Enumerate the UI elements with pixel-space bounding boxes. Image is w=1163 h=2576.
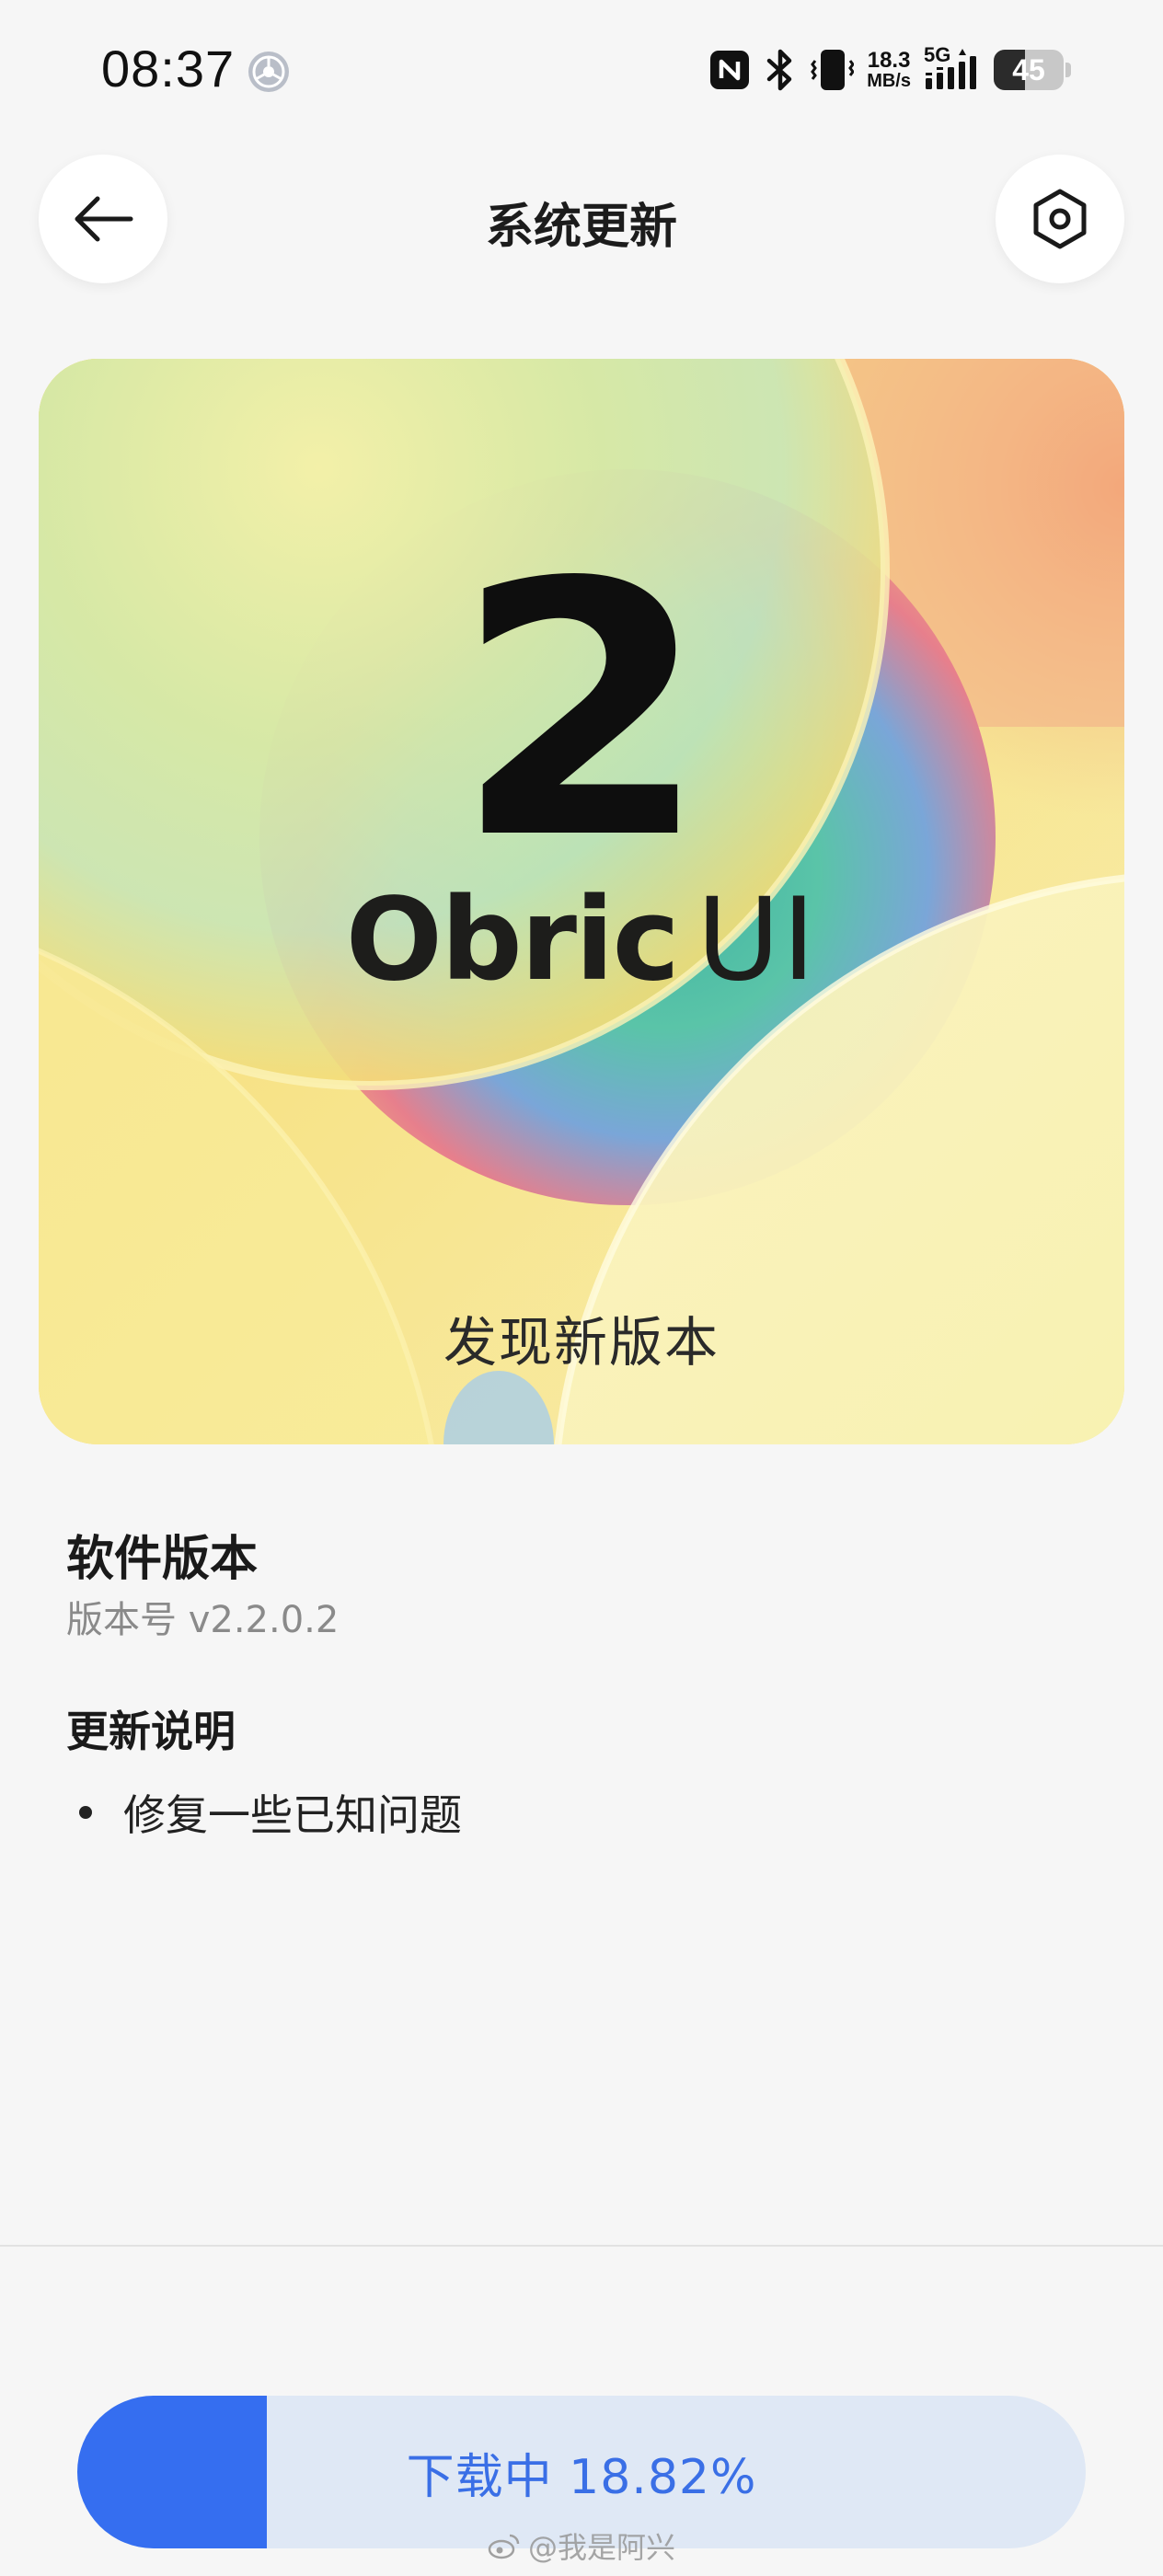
release-notes-list: 修复一些已知问题 (66, 1785, 462, 1840)
release-notes-title: 更新说明 (66, 1707, 236, 1756)
bluetooth-icon (766, 49, 792, 91)
network-speed-unit: MB/s (867, 71, 911, 92)
weibo-logo-icon (488, 2534, 520, 2559)
update-banner: 2 Obric UI 发现新版本 (39, 359, 1124, 1444)
watermark: @我是阿兴 (0, 2524, 1163, 2567)
battery-level: 45 (1012, 52, 1045, 86)
banner-version-number-text: 2 (454, 543, 709, 846)
banner-brand-bold: Obric (345, 874, 680, 1006)
watermark-text: @我是阿兴 (527, 2530, 675, 2565)
status-bar: 08:37 18.3 MB/s 5G 45 (0, 0, 1163, 138)
status-time: 08:37 (101, 40, 236, 98)
cellular-signal: 5G (924, 43, 981, 93)
battery-indicator: 45 (994, 50, 1071, 90)
settings-button[interactable] (996, 155, 1124, 283)
network-speed: 18.3 MB/s (867, 49, 911, 91)
software-version-title: 软件版本 (66, 1532, 259, 1587)
signal-icon (926, 49, 976, 89)
release-note-text: 修复一些已知问题 (123, 1790, 462, 1840)
bullet-icon (79, 1806, 92, 1819)
banner-status-text: 发现新版本 (443, 1311, 720, 1374)
banner-brand-light: UI (697, 874, 818, 1006)
network-speed-value: 18.3 (867, 47, 911, 73)
hexagon-settings-icon (1033, 189, 1087, 249)
nfc-icon (710, 51, 750, 89)
footer-divider (0, 2245, 1163, 2247)
release-note-item: 修复一些已知问题 (66, 1785, 462, 1840)
page-title: 系统更新 (485, 200, 677, 255)
banner-version-number: 2 (454, 543, 709, 846)
software-version-number: 版本号 v2.2.0.2 (66, 1599, 340, 1641)
app-notification-icon (248, 52, 289, 92)
vibrate-icon (811, 50, 855, 90)
banner-brand: Obric UI (39, 874, 1124, 1006)
